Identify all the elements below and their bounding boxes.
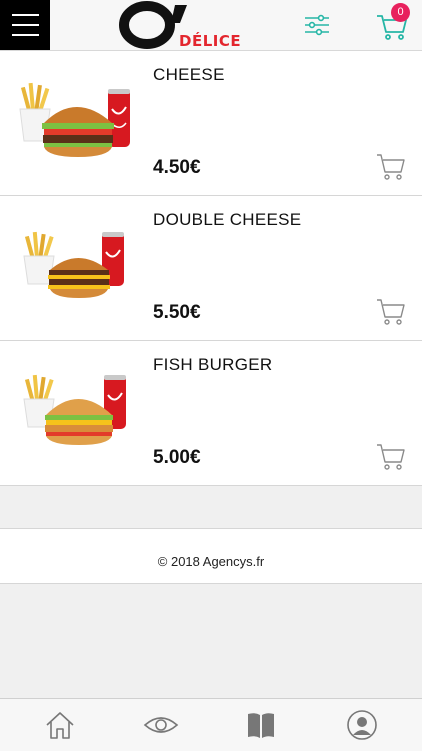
menu-button[interactable] (0, 0, 50, 50)
product-image (23, 374, 126, 445)
eye-icon[interactable] (143, 709, 179, 741)
product-name: CHEESE (153, 65, 225, 84)
menu-line (12, 24, 39, 26)
user-icon[interactable] (346, 709, 378, 741)
add-to-cart-icon[interactable] (376, 151, 406, 181)
menu-line (12, 14, 39, 16)
product-name: FISH BURGER (153, 355, 273, 374)
burger-icon (45, 399, 113, 445)
product-name: DOUBLE CHEESE (153, 210, 302, 229)
burger-icon (42, 107, 114, 157)
footer: © 2018 Agencys.fr (0, 529, 422, 584)
copyright-text: © 2018 Agencys.fr (157, 554, 265, 569)
add-to-cart-icon[interactable] (376, 441, 406, 471)
menu-line (12, 34, 39, 36)
home-icon[interactable] (44, 709, 76, 741)
bottom-tab-bar (0, 698, 422, 751)
app-header: DÉLICE 0 (0, 0, 422, 51)
product-image (19, 82, 130, 157)
book-icon[interactable] (245, 709, 277, 741)
brand-name: DÉLICE (179, 32, 242, 50)
list-spacer (0, 486, 422, 529)
product-price: 5.50€ (153, 302, 201, 323)
cart-count-badge: 0 (391, 3, 410, 22)
product-list: CHEESE 4.50€ DOUBLE CHEESE 5.50€ FISH BU… (0, 51, 422, 486)
filter-icon[interactable] (304, 13, 330, 37)
add-to-cart-icon[interactable] (376, 296, 406, 326)
product-price: 4.50€ (153, 157, 201, 178)
product-item[interactable]: DOUBLE CHEESE 5.50€ (0, 196, 422, 341)
product-item[interactable]: CHEESE 4.50€ (0, 51, 422, 196)
product-item[interactable]: FISH BURGER 5.00€ (0, 341, 422, 486)
product-image (23, 231, 124, 298)
product-price: 5.00€ (153, 447, 201, 468)
burger-icon (48, 258, 110, 298)
